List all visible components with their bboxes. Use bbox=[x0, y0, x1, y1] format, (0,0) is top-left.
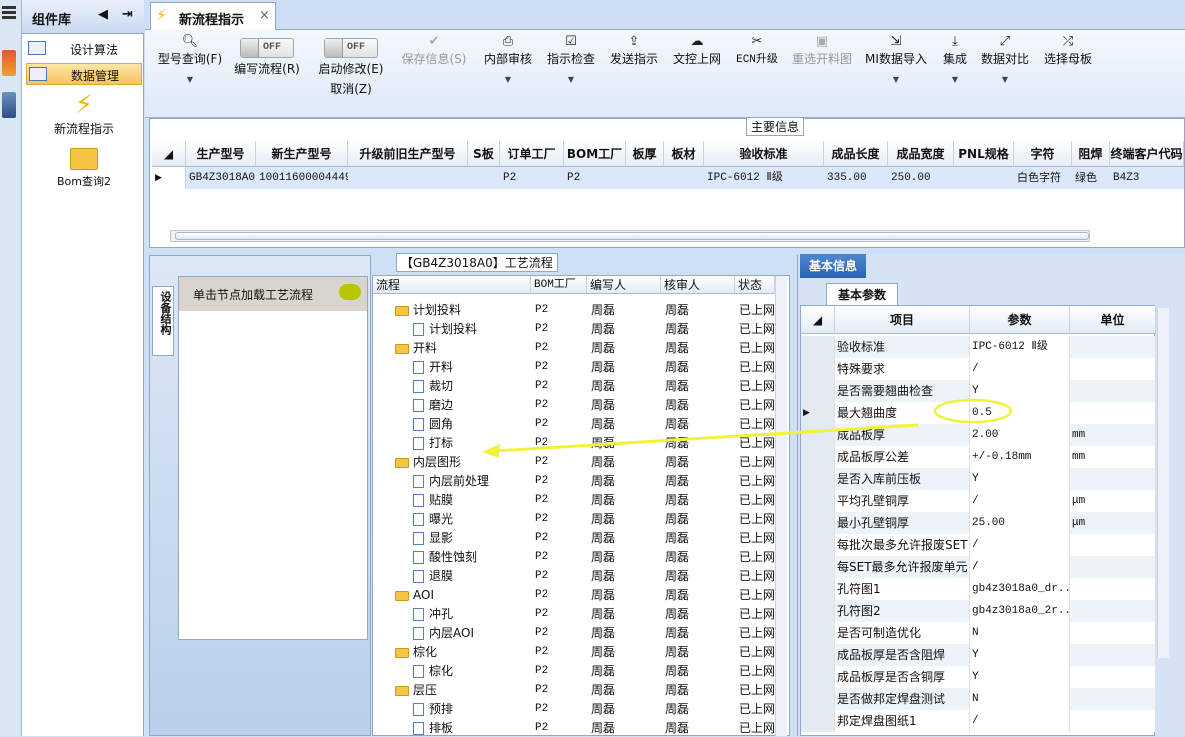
annotation-overlay bbox=[482, 398, 1013, 458]
highlight-ellipse bbox=[933, 398, 1013, 424]
annotation-arrowhead bbox=[482, 444, 500, 458]
annotation-arrow bbox=[494, 423, 919, 453]
